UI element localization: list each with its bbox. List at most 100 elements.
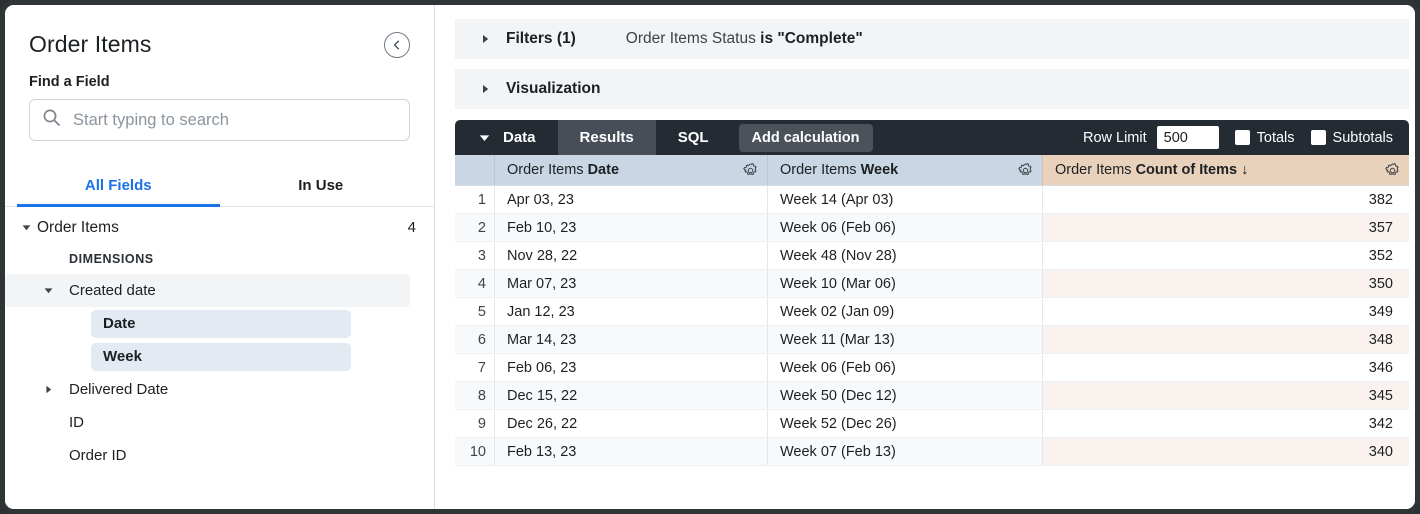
filter-description: Order Items Status is "Complete"	[626, 30, 863, 48]
tab-results[interactable]: Results	[558, 120, 656, 155]
field-browser-sidebar: Order Items Find a Field All Fields	[5, 5, 435, 509]
table-row[interactable]: 5Jan 12, 23Week 02 (Jan 09)349	[455, 298, 1409, 326]
cell-count-of-items[interactable]: 345	[1042, 382, 1409, 409]
table-row[interactable]: 1Apr 03, 23Week 14 (Apr 03)382	[455, 186, 1409, 214]
cell-week[interactable]: Week 07 (Feb 13)	[767, 438, 1042, 465]
search-icon	[42, 108, 71, 132]
tree-node-created-date[interactable]: Created date	[5, 274, 410, 307]
cell-week[interactable]: Week 14 (Apr 03)	[767, 186, 1042, 213]
gear-icon[interactable]	[1018, 163, 1033, 178]
cell-count-of-items[interactable]: 342	[1042, 410, 1409, 437]
gear-icon[interactable]	[743, 163, 758, 178]
filter-description-field: Order Items Status	[626, 30, 760, 47]
cell-date[interactable]: Dec 15, 22	[494, 382, 767, 409]
subtotals-label: Subtotals	[1333, 130, 1393, 146]
field-search-box[interactable]	[29, 99, 410, 141]
table-row[interactable]: 6Mar 14, 23Week 11 (Mar 13)348	[455, 326, 1409, 354]
tree-node-id[interactable]: ID	[5, 406, 434, 439]
cell-date[interactable]: Jan 12, 23	[494, 298, 767, 325]
cell-week[interactable]: Week 06 (Feb 06)	[767, 354, 1042, 381]
data-section-toggle[interactable]: Data	[455, 120, 558, 155]
visualization-section-bar[interactable]: Visualization	[455, 69, 1409, 109]
cell-date[interactable]: Dec 26, 22	[494, 410, 767, 437]
row-number: 7	[455, 354, 494, 381]
find-a-field-label: Find a Field	[5, 58, 434, 90]
tree-leaf-week-wrap: Week	[5, 340, 434, 373]
cell-count-of-items[interactable]: 348	[1042, 326, 1409, 353]
table-row[interactable]: 7Feb 06, 23Week 06 (Feb 06)346	[455, 354, 1409, 382]
cell-date[interactable]: Mar 07, 23	[494, 270, 767, 297]
cell-week[interactable]: Week 52 (Dec 26)	[767, 410, 1042, 437]
subtotals-checkbox[interactable]: Subtotals	[1311, 130, 1393, 146]
row-number: 1	[455, 186, 494, 213]
cell-date[interactable]: Apr 03, 23	[494, 186, 767, 213]
cell-date[interactable]: Feb 13, 23	[494, 438, 767, 465]
tab-in-use[interactable]: In Use	[220, 169, 423, 206]
cell-date[interactable]: Feb 10, 23	[494, 214, 767, 241]
table-row[interactable]: 4Mar 07, 23Week 10 (Mar 06)350	[455, 270, 1409, 298]
column-prefix: Order Items	[507, 162, 588, 178]
tree-leaf-label: Week	[103, 348, 142, 365]
tree-node-order-items[interactable]: Order Items 4	[5, 211, 434, 244]
table-row[interactable]: 3Nov 28, 22Week 48 (Nov 28)352	[455, 242, 1409, 270]
table-body: 1Apr 03, 23Week 14 (Apr 03)3822Feb 10, 2…	[455, 186, 1409, 466]
triangle-right-icon	[481, 84, 490, 94]
cell-count-of-items[interactable]: 382	[1042, 186, 1409, 213]
cell-count-of-items[interactable]: 352	[1042, 242, 1409, 269]
checkbox-icon	[1311, 130, 1326, 145]
column-prefix: Order Items	[780, 162, 861, 178]
add-calculation-button[interactable]: Add calculation	[739, 124, 873, 152]
filters-section-bar[interactable]: Filters (1) Order Items Status is "Compl…	[455, 19, 1409, 59]
cell-count-of-items[interactable]: 350	[1042, 270, 1409, 297]
chevron-left-circle-icon[interactable]	[384, 32, 410, 58]
table-row[interactable]: 2Feb 10, 23Week 06 (Feb 06)357	[455, 214, 1409, 242]
row-number: 4	[455, 270, 494, 297]
triangle-right-icon	[481, 34, 490, 44]
tree-node-order-id[interactable]: Order ID	[5, 439, 434, 472]
table-row[interactable]: 8Dec 15, 22Week 50 (Dec 12)345	[455, 382, 1409, 410]
cell-count-of-items[interactable]: 349	[1042, 298, 1409, 325]
row-limit-input[interactable]	[1157, 126, 1219, 149]
tree-node-label: ID	[59, 414, 416, 431]
column-header-date-label: Order Items Date	[507, 162, 619, 178]
cell-week[interactable]: Week 48 (Nov 28)	[767, 242, 1042, 269]
tree-leaf-week[interactable]: Week	[91, 343, 351, 371]
column-prefix: Order Items	[1055, 162, 1136, 178]
totals-checkbox[interactable]: Totals	[1235, 130, 1295, 146]
cell-week[interactable]: Week 50 (Dec 12)	[767, 382, 1042, 409]
tree-node-label: Created date	[59, 282, 392, 299]
cell-count-of-items[interactable]: 346	[1042, 354, 1409, 381]
explore-main-panel: Filters (1) Order Items Status is "Compl…	[435, 5, 1415, 509]
column-header-date[interactable]: Order Items Date	[494, 155, 767, 185]
gear-icon[interactable]	[1385, 163, 1400, 178]
cell-date[interactable]: Nov 28, 22	[494, 242, 767, 269]
table-row[interactable]: 9Dec 26, 22Week 52 (Dec 26)342	[455, 410, 1409, 438]
column-header-week[interactable]: Order Items Week	[767, 155, 1042, 185]
tree-leaf-date-wrap: Date	[5, 307, 434, 340]
results-table: Order Items Date Order Items Week	[455, 155, 1409, 466]
cell-date[interactable]: Feb 06, 23	[494, 354, 767, 381]
search-input[interactable]	[71, 110, 397, 131]
cell-date[interactable]: Mar 14, 23	[494, 326, 767, 353]
cell-week[interactable]: Week 06 (Feb 06)	[767, 214, 1042, 241]
page-title: Order Items	[29, 31, 152, 58]
cell-week[interactable]: Week 11 (Mar 13)	[767, 326, 1042, 353]
toolbar-right-group: Row Limit Totals Subtotals	[1083, 120, 1409, 155]
cell-week[interactable]: Week 02 (Jan 09)	[767, 298, 1042, 325]
table-header-row: Order Items Date Order Items Week	[455, 155, 1409, 186]
tree-leaf-date[interactable]: Date	[91, 310, 351, 338]
tree-node-delivered-date[interactable]: Delivered Date	[5, 373, 434, 406]
triangle-down-icon	[37, 286, 59, 295]
cell-count-of-items[interactable]: 357	[1042, 214, 1409, 241]
explore-window: Order Items Find a Field All Fields	[0, 0, 1420, 514]
data-toolbar: Data Results SQL Add calculation Row Lim…	[455, 120, 1409, 155]
tab-sql[interactable]: SQL	[656, 120, 731, 155]
cell-count-of-items[interactable]: 340	[1042, 438, 1409, 465]
tab-all-fields[interactable]: All Fields	[17, 169, 220, 206]
row-number: 5	[455, 298, 494, 325]
cell-week[interactable]: Week 10 (Mar 06)	[767, 270, 1042, 297]
table-row[interactable]: 10Feb 13, 23Week 07 (Feb 13)340	[455, 438, 1409, 466]
row-number: 8	[455, 382, 494, 409]
triangle-right-icon	[37, 385, 59, 394]
column-header-count-of-items[interactable]: Order Items Count of Items ↓	[1042, 155, 1409, 185]
